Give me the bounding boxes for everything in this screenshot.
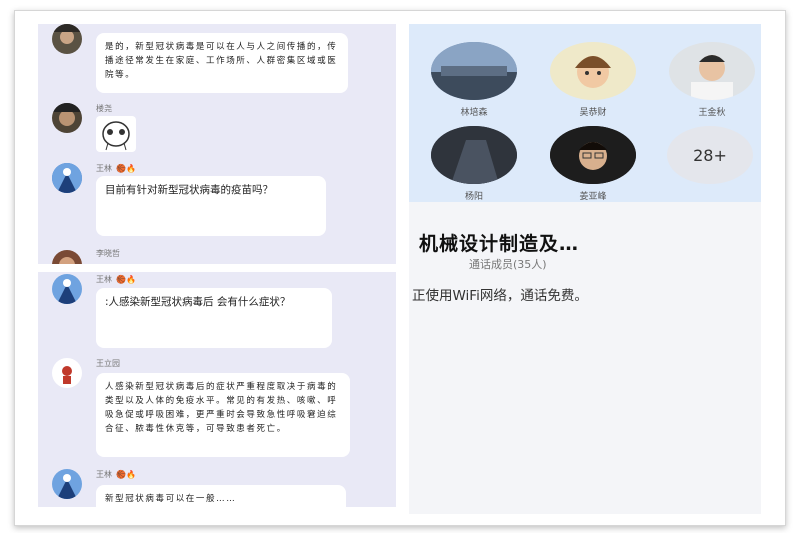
- sender-name: 王林 🏀🔥: [96, 470, 136, 479]
- chat-panel-bottom[interactable]: 王林 🏀🔥 :人感染新型冠状病毒后 会有什么症状？ 王立园 人感染新型冠状病毒后的…: [38, 272, 396, 507]
- avatar-wanglin[interactable]: [52, 274, 82, 304]
- avatar-wanglin[interactable]: [52, 469, 82, 499]
- message-bubble: :人感染新型冠状病毒后 会有什么症状？: [96, 288, 332, 348]
- avatar-louyao[interactable]: [52, 24, 82, 54]
- member-avatar[interactable]: [550, 42, 636, 100]
- member-item[interactable]: 林培森: [429, 42, 519, 118]
- member-avatar[interactable]: [431, 42, 517, 100]
- sticker-image[interactable]: [96, 116, 136, 152]
- level-badge-icon: 🏀🔥: [116, 164, 136, 173]
- cartoon-face-sticker-icon: [102, 121, 130, 151]
- sender-name: 王林 🏀🔥: [96, 164, 136, 173]
- avatar-wangliyuan[interactable]: [52, 358, 82, 388]
- member-name: 吴恭财: [579, 108, 607, 118]
- avatar-lixiaozhe[interactable]: [52, 250, 82, 264]
- member-item[interactable]: 王金秋: [667, 42, 757, 118]
- sender-name: 王立园: [96, 359, 120, 368]
- sender-name: 楼尧: [96, 104, 112, 113]
- voice-call-panel: 林培森 吴恭财 王金秋 杨阳 姜亚峰 28+ 机械设计制造及… 通话成员(35人…: [409, 24, 761, 514]
- level-badge-icon: 🏀🔥: [116, 275, 136, 284]
- sender-name: 李晓哲: [96, 249, 120, 258]
- message-bubble: 人感染新型冠状病毒后的症状严重程度取决于病毒的类型以及人体的免疫水平。常见的有发…: [96, 373, 350, 457]
- member-name: 杨阳: [464, 192, 483, 202]
- more-members-button[interactable]: 28+: [667, 126, 753, 184]
- member-avatar[interactable]: [669, 42, 755, 100]
- message-bubble: 目前有针对新型冠状病毒的疫苗吗？: [96, 176, 326, 236]
- sender-name: 王林 🏀🔥: [96, 275, 136, 284]
- level-badge-icon: 🏀🔥: [116, 470, 136, 479]
- network-notice: 正使用WiFi网络，通话免费。: [412, 288, 588, 304]
- message-bubble: 是的，新型冠状病毒是可以在人与人之间传播的，传播途径常发生在家庭、工作场所、人群…: [96, 33, 348, 93]
- chat-panel-top[interactable]: 是的，新型冠状病毒是可以在人与人之间传播的，传播途径常发生在家庭、工作场所、人群…: [38, 24, 396, 264]
- member-avatar[interactable]: [550, 126, 636, 184]
- member-avatar[interactable]: [431, 126, 517, 184]
- message-bubble: 新型冠状病毒可以在一般……: [96, 485, 346, 507]
- group-title: 机械设计制造及…: [419, 233, 580, 255]
- member-count-label: 通话成员(35人): [469, 258, 547, 271]
- member-name: 王金秋: [698, 108, 726, 118]
- member-item[interactable]: 杨阳: [429, 126, 519, 202]
- member-item[interactable]: 吴恭财: [548, 42, 638, 118]
- avatar-louyao[interactable]: [52, 103, 82, 133]
- member-item[interactable]: 姜亚峰: [548, 126, 638, 202]
- avatar-wanglin[interactable]: [52, 163, 82, 193]
- member-name: 姜亚峰: [579, 192, 607, 202]
- member-name: 林培森: [460, 108, 488, 118]
